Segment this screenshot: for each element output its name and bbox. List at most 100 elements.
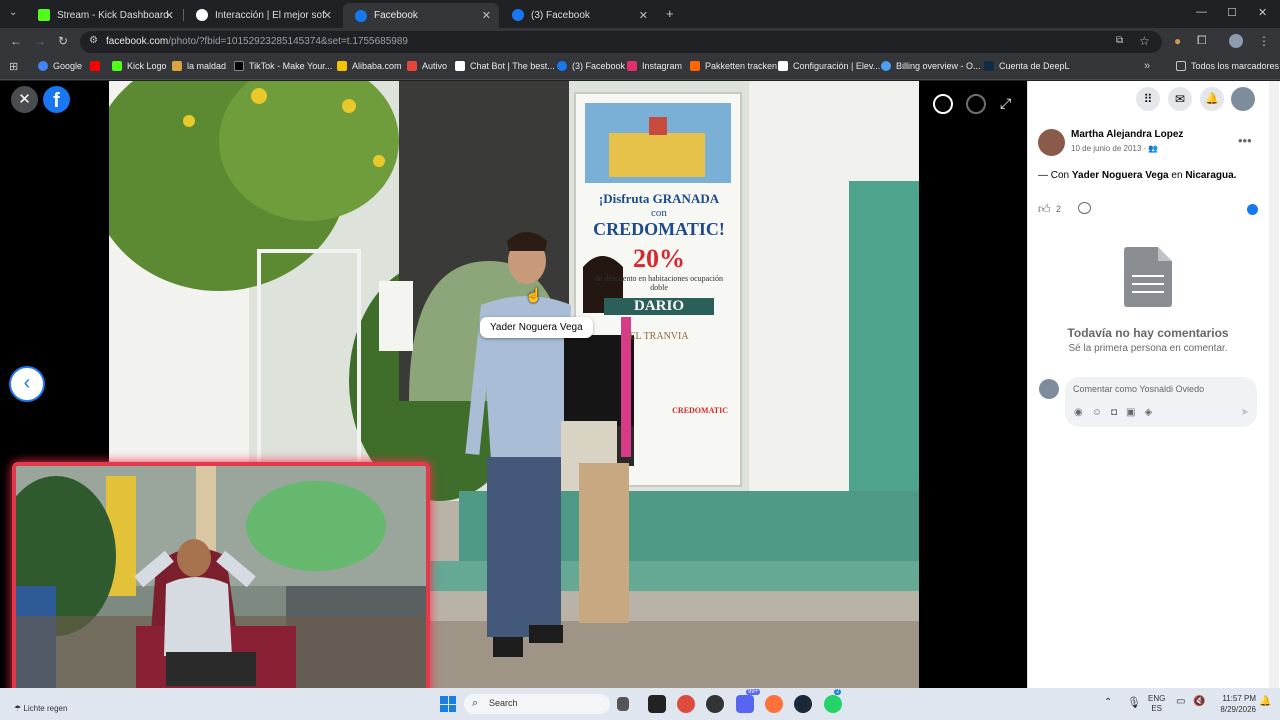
bookmark-star-icon[interactable]: ☆ (1139, 34, 1150, 48)
facebook-logo-icon[interactable]: f (43, 86, 70, 113)
fullscreen-icon[interactable]: ⤢ (1000, 95, 1011, 112)
bookmark-billing[interactable]: Billing overview - O... (881, 61, 981, 71)
task-view-icon[interactable] (617, 697, 629, 711)
author-name[interactable]: Martha Alejandra Lopez (1071, 129, 1183, 140)
post-caption: — Con Yader Noguera Vega en Nicaragua. (1038, 170, 1237, 181)
tag-tooltip[interactable]: Yader Noguera Vega (480, 317, 593, 338)
clock[interactable]: 11:57 PM 8/29/2026 (1206, 693, 1256, 715)
notifications-button[interactable]: 🔔 (1200, 87, 1224, 111)
post-date[interactable]: 10 de junio de 2013 · 👥 (1071, 144, 1158, 153)
bookmark-instagram[interactable]: Instagram (627, 61, 682, 71)
taskbar-search[interactable]: ⌕ Search (464, 694, 610, 714)
more-bookmarks-icon[interactable]: » (1144, 60, 1150, 72)
cursor-hand-icon: ☝ (525, 287, 543, 303)
menu-grid-button[interactable]: ⠿ (1136, 87, 1160, 111)
browser-toolbar: ← → ↻ ⚙ facebook.com/photo/?fbid=1015292… (0, 28, 1280, 56)
profile-avatar-icon[interactable] (1229, 34, 1243, 48)
extension-icon[interactable]: ● (1174, 34, 1181, 48)
place-link[interactable]: Nicaragua. (1185, 170, 1236, 181)
comment-button[interactable] (1078, 202, 1091, 214)
install-app-icon[interactable]: ⧉ (1116, 35, 1123, 46)
bookmark-tiktok[interactable]: TikTok - Make Your... (234, 61, 332, 71)
sticker-icon[interactable]: ◈ (1144, 407, 1161, 418)
close-window-icon[interactable]: ✕ (1258, 6, 1267, 19)
bookmark-kick-logo[interactable]: Kick Logo (112, 61, 167, 71)
whatsapp-badge: 2 (834, 689, 842, 695)
tab-strip: ⌄ Stream - Kick Dashboard ✕ Interacción … (0, 0, 1280, 28)
minimize-icon[interactable]: — (1196, 6, 1207, 18)
comment-input[interactable]: Comentar como Yosnaldi Oviedo (1073, 384, 1204, 394)
forward-icon[interactable]: → (34, 34, 46, 48)
weather-widget[interactable]: ☂ Lichte regen (14, 704, 67, 713)
discord-icon[interactable]: 99+ (736, 689, 761, 713)
send-icon[interactable]: ➤ (1241, 407, 1249, 418)
taskbar: ☂ Lichte regen ⌕ Search 99+ 2 ⌃ 🎙 ENG ES… (0, 688, 1280, 720)
tab-interaccion[interactable]: Interacción | El mejor software y ✕ (184, 4, 340, 26)
network-icon[interactable]: ▭ (1176, 696, 1185, 707)
gif-icon[interactable]: ▣ (1126, 407, 1144, 418)
bookmarks-bar: ⊞ Google Kick Logo la maldad TikTok - Ma… (0, 56, 1280, 80)
tab-search-icon[interactable]: ⌄ (9, 7, 17, 18)
language-indicator[interactable]: ENG ES (1148, 694, 1165, 714)
close-viewer-button[interactable]: ✕ (11, 86, 38, 113)
volume-icon[interactable]: 🔇 (1193, 696, 1205, 707)
previous-photo-button[interactable]: ‹ (9, 366, 45, 402)
bookmark-pakketten[interactable]: Pakketten tracken (690, 61, 777, 71)
bookmark-deepl[interactable]: Cuenta de DeepL (984, 61, 1070, 71)
post-options-icon[interactable]: ••• (1238, 133, 1252, 148)
messenger-button[interactable]: ✉ (1168, 87, 1192, 111)
tab-kick-dashboard[interactable]: Stream - Kick Dashboard ✕ (26, 4, 182, 26)
all-bookmarks-folder[interactable]: Todos los marcadores (1176, 61, 1279, 71)
panel-scrollbar[interactable] (1269, 81, 1279, 688)
bookmark-chat-bot[interactable]: Chat Bot | The best... (455, 61, 555, 71)
bookmark-facebook[interactable]: (3) Facebook (557, 61, 625, 71)
microphone-icon[interactable]: 🎙 (1127, 696, 1141, 709)
weather-icon: ☂ (14, 704, 22, 713)
app-icon-2[interactable] (706, 695, 724, 713)
friends-icon: 👥 (1148, 144, 1159, 153)
chrome-icon[interactable] (677, 695, 695, 713)
app-icon-1[interactable] (648, 695, 666, 713)
bookmark-youtube[interactable] (90, 61, 105, 71)
folder-icon (1176, 61, 1186, 71)
address-bar[interactable]: ⚙ facebook.com/photo/?fbid=1015292328514… (80, 31, 1162, 53)
menu-dots-icon[interactable]: ⋮ (1258, 34, 1270, 48)
tray-overflow-icon[interactable]: ⌃ (1104, 697, 1112, 708)
tab-facebook-3[interactable]: (3) Facebook ✕ (500, 4, 656, 26)
apps-grid-icon[interactable]: ⊞ (9, 60, 18, 73)
kick-icon (38, 9, 50, 21)
notification-bell-icon[interactable]: 🔔 (1259, 696, 1271, 707)
bookmark-alibaba[interactable]: Alibaba.com (337, 61, 402, 71)
new-tab-icon[interactable]: + (666, 6, 674, 21)
zoom-in-icon[interactable] (933, 94, 953, 114)
webcam-overlay (12, 462, 430, 702)
tagged-person-link[interactable]: Yader Noguera Vega (1072, 170, 1169, 181)
zoom-out-icon[interactable] (966, 94, 986, 114)
maximize-icon[interactable]: ☐ (1227, 6, 1237, 19)
back-icon[interactable]: ← (10, 34, 22, 48)
close-tab-icon[interactable]: ✕ (165, 9, 174, 22)
emoji-icon[interactable]: ☺ (1092, 407, 1111, 418)
extensions-puzzle-icon[interactable]: ⧠ (1197, 33, 1207, 48)
account-avatar[interactable] (1231, 87, 1255, 111)
close-tab-icon[interactable]: ✕ (639, 9, 648, 22)
close-tab-icon[interactable]: ✕ (323, 9, 332, 22)
site-info-icon[interactable]: ⚙ (89, 35, 98, 46)
start-button[interactable] (440, 696, 456, 712)
firefox-icon[interactable] (765, 695, 783, 713)
like-button[interactable]: 👍︎ (1038, 202, 1051, 217)
like-reaction-icon[interactable] (1247, 204, 1258, 215)
bookmark-google[interactable]: Google (38, 61, 82, 71)
bookmark-la-maldad[interactable]: la maldad (172, 61, 226, 71)
avatar-sticker-icon[interactable]: ◉ (1074, 407, 1092, 418)
bookmark-configuracion[interactable]: Configuración | Elev... (778, 61, 880, 71)
tab-facebook-active[interactable]: Facebook ✕ (343, 3, 499, 28)
whatsapp-icon[interactable]: 2 (824, 689, 842, 713)
author-avatar[interactable] (1038, 129, 1065, 156)
reload-icon[interactable]: ↻ (58, 34, 68, 48)
close-tab-icon[interactable]: ✕ (482, 9, 491, 22)
comment-box[interactable]: Comentar como Yosnaldi Oviedo ◉☺◘▣◈ ➤ (1065, 377, 1257, 427)
camera-icon[interactable]: ◘ (1111, 407, 1126, 418)
steam-icon[interactable] (794, 695, 812, 713)
bookmark-autivo[interactable]: Autivo (407, 61, 447, 71)
